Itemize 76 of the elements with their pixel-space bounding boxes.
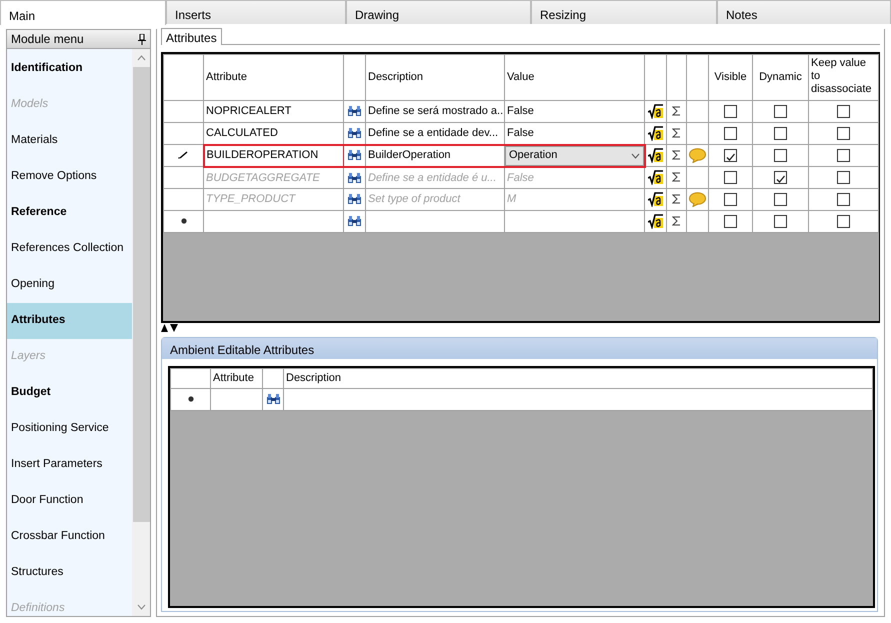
new-row-icon xyxy=(188,396,194,402)
menu-item[interactable]: References Collection xyxy=(7,231,132,267)
menu-item[interactable]: Materials xyxy=(7,123,132,159)
binoculars-icon[interactable] xyxy=(347,105,362,118)
new-row-icon xyxy=(180,218,186,224)
pencil-icon xyxy=(178,151,188,160)
table-cell: CALCULATED xyxy=(206,127,278,139)
checkbox[interactable] xyxy=(774,148,787,162)
formula-icon[interactable] xyxy=(648,125,664,142)
tab[interactable]: Drawing xyxy=(346,0,531,24)
table-cell: Set type of product xyxy=(368,193,460,206)
binoculars-icon[interactable] xyxy=(347,215,362,228)
table-cell: False xyxy=(507,105,534,118)
binoculars-icon[interactable] xyxy=(347,127,362,140)
table-cell: BuilderOperation xyxy=(368,149,451,162)
splitter-arrows-icon[interactable] xyxy=(161,324,178,332)
menu-item[interactable]: Door Function xyxy=(7,483,132,519)
sum-icon[interactable] xyxy=(672,128,681,138)
formula-icon[interactable] xyxy=(648,103,664,120)
menu-item[interactable]: Identification xyxy=(7,51,132,87)
checkbox[interactable] xyxy=(724,214,737,228)
menu-item[interactable]: Crossbar Function xyxy=(7,519,132,555)
table-cell: False xyxy=(507,172,534,184)
scroll-down-icon[interactable] xyxy=(136,604,146,610)
menu-item[interactable]: Remove Options xyxy=(7,159,132,195)
formula-icon[interactable] xyxy=(648,213,664,230)
menu-item[interactable]: Budget xyxy=(7,375,132,411)
sum-icon[interactable] xyxy=(672,106,681,116)
table-cell: NOPRICEALERT xyxy=(206,105,292,118)
menu-item[interactable]: Opening xyxy=(7,267,132,303)
table-cell: BUDGETAGGREGATE xyxy=(206,172,320,184)
checkbox[interactable] xyxy=(774,126,787,140)
column-header[interactable]: Description xyxy=(368,71,424,84)
table-cell: Define se a entidade é u... xyxy=(368,172,496,184)
binoculars-icon[interactable] xyxy=(266,393,280,406)
checkbox[interactable] xyxy=(724,148,737,162)
tab[interactable]: Notes xyxy=(717,0,891,24)
tab[interactable]: Attributes xyxy=(161,28,222,45)
comment-icon[interactable] xyxy=(689,148,706,163)
checkbox[interactable] xyxy=(774,214,787,228)
tab[interactable]: Inserts xyxy=(166,0,346,24)
table-cell: Define se será mostrado a... xyxy=(368,105,504,118)
checkbox[interactable] xyxy=(774,104,787,118)
tab[interactable]: Main xyxy=(0,0,166,25)
table-cell: M xyxy=(507,193,516,206)
table-cell: BUILDEROPERATION xyxy=(206,149,318,162)
sum-icon[interactable] xyxy=(672,150,681,160)
column-header[interactable]: Description xyxy=(286,372,342,386)
menu-item[interactable]: Attributes xyxy=(7,303,132,339)
column-header[interactable]: Attribute xyxy=(206,71,247,84)
tab[interactable]: Resizing xyxy=(531,0,717,24)
scroll-up-icon[interactable] xyxy=(136,55,146,61)
checkbox[interactable] xyxy=(837,148,850,162)
binoculars-icon[interactable] xyxy=(347,149,362,162)
column-header[interactable]: Value xyxy=(507,71,534,84)
pin-icon[interactable] xyxy=(138,34,146,44)
chevron-down-icon[interactable] xyxy=(630,152,640,158)
checkbox[interactable] xyxy=(724,104,737,118)
menu-item[interactable]: Structures xyxy=(7,555,132,591)
checkbox[interactable] xyxy=(837,214,850,228)
panel-title: Ambient Editable Attributes xyxy=(162,338,877,359)
value-dropdown[interactable]: Operation xyxy=(506,146,642,164)
menu-item[interactable]: Positioning Service xyxy=(7,411,132,447)
menu-item[interactable]: Insert Parameters xyxy=(7,447,132,483)
formula-icon[interactable] xyxy=(648,147,664,164)
checkbox[interactable] xyxy=(724,126,737,140)
scrollbar[interactable] xyxy=(132,49,150,616)
table-cell: False xyxy=(507,127,534,139)
scrollbar-thumb[interactable] xyxy=(132,67,150,522)
menu-item[interactable]: Reference xyxy=(7,195,132,231)
sum-icon[interactable] xyxy=(672,216,681,226)
panel-title: Module menu xyxy=(11,31,84,48)
table-cell: Define se a entidade dev... xyxy=(368,127,498,139)
table-cell: TYPE_PRODUCT xyxy=(206,193,296,206)
checkbox[interactable] xyxy=(837,104,850,118)
checkbox[interactable] xyxy=(837,126,850,140)
